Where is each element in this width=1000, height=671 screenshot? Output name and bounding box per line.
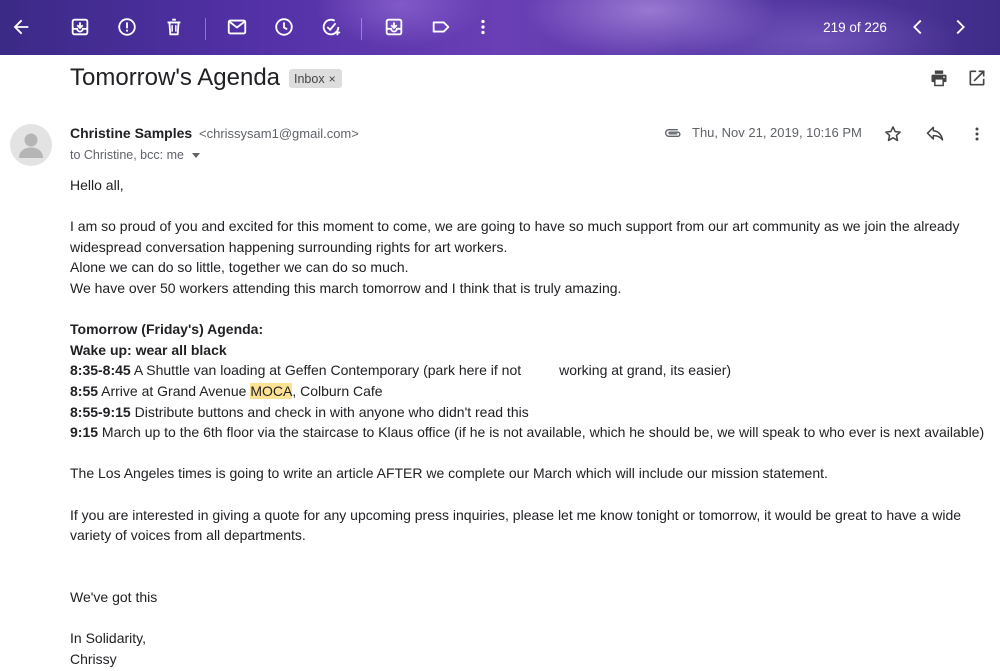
body-line: I am so proud of you and excited for thi… [70,218,960,235]
agenda-wake-up: Wake up: wear all black [70,341,227,358]
sender-name: Christine Samples [70,125,193,141]
body-line: We have over 50 workers attending this m… [70,279,622,296]
message-date-area: Thu, Nov 21, 2019, 10:16 PM [664,125,862,140]
archive-icon[interactable] [67,14,93,40]
message-body: Hello all, I am so proud of you and exci… [70,175,985,669]
greeting: Hello all, [70,177,124,193]
agenda-item: 8:35-8:45 A Shuttle van loading at Geffe… [70,362,732,379]
move-to-icon[interactable] [381,14,407,40]
labels-icon[interactable] [428,14,454,40]
mark-unread-icon[interactable] [224,14,250,40]
body-line: widespread conversation happening surrou… [70,238,508,255]
remove-label-icon[interactable]: × [329,72,336,86]
reply-icon[interactable] [924,123,946,145]
inbox-label-chip[interactable]: Inbox × [289,69,342,88]
body-line: variety of voices from all departments. [70,527,306,544]
signature: Chrissy [70,650,117,667]
sender-email: <chrissysam1@gmail.com> [199,126,359,141]
agenda-item: 8:55 Arrive at Grand Avenue MOCA, Colbur… [70,382,383,399]
print-icon[interactable] [928,67,950,89]
delete-icon[interactable] [161,14,187,40]
body-line: If you are interested in giving a quote … [70,506,962,523]
label-chip-text: Inbox [294,71,325,86]
toolbar-divider [205,18,206,40]
message-counter: 219 of 226 [823,20,887,35]
snooze-icon[interactable] [271,14,297,40]
report-spam-icon[interactable] [114,14,140,40]
agenda-item: 8:55-9:15 Distribute buttons and check i… [70,403,529,420]
more-vert-icon[interactable] [470,14,496,40]
star-icon[interactable] [882,123,904,145]
recipients-text: to Christine, bcc: me [70,148,184,162]
attachment-icon [665,128,681,137]
top-toolbar: 219 of 226 [0,0,1000,55]
back-arrow-icon[interactable] [8,14,34,40]
show-details-dropdown-icon[interactable] [191,152,200,158]
closing-line: In Solidarity, [70,630,146,647]
agenda-item: 9:15 March up to the 6th floor via the s… [70,424,985,441]
body-line: Alone we can do so little, together we c… [70,259,409,276]
sender-avatar[interactable] [10,124,52,166]
default-person-icon [19,133,43,158]
open-in-new-window-icon[interactable] [966,67,988,89]
next-chevron-icon[interactable] [947,14,973,40]
message-date: Thu, Nov 21, 2019, 10:16 PM [692,125,862,140]
prev-chevron-icon[interactable] [905,14,931,40]
body-line: The Los Angeles times is going to write … [70,465,828,482]
add-to-tasks-icon[interactable] [318,14,344,40]
toolbar-divider [361,18,362,40]
recipients-line[interactable]: to Christine, bcc: me [70,148,200,162]
message-more-vert-icon[interactable] [966,123,988,145]
closing-line: We've got this [70,588,158,605]
email-subject: Tomorrow's Agenda [70,64,281,91]
agenda-title: Tomorrow (Friday's) Agenda: [70,321,264,338]
search-highlight: MOCA [250,382,293,399]
